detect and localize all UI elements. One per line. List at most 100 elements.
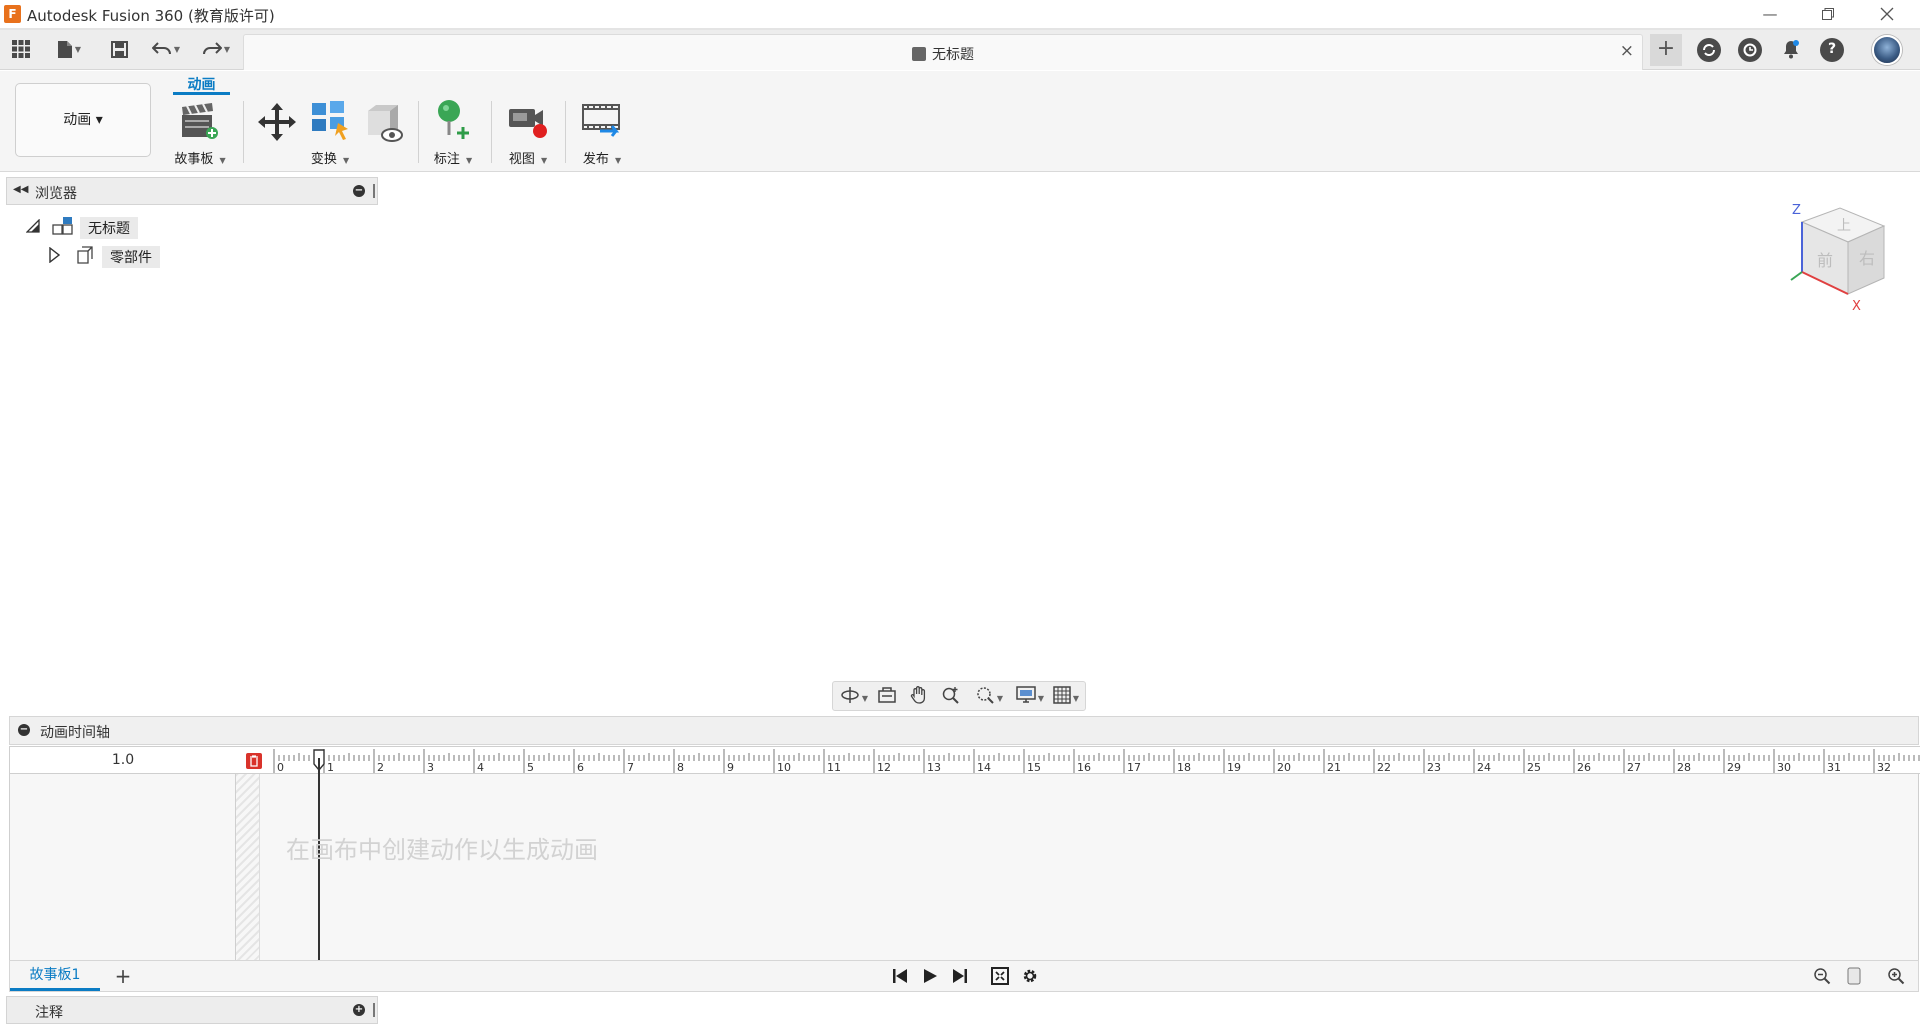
tree-label-components: 零部件 bbox=[102, 246, 160, 268]
viewcube[interactable]: 上 前 右 Z X bbox=[1788, 196, 1898, 321]
document-tab-title: 无标题 bbox=[932, 47, 974, 63]
storyboard-tab-1[interactable]: 故事板1 bbox=[10, 961, 100, 991]
timeline-zoom-slider[interactable] bbox=[1842, 966, 1866, 988]
timeline-ruler[interactable]: 0 1 2 3 4 5 6 7 8 9 10 11 12 13 14 15 16 17 18 19 20 21 22 23 24… bbox=[236, 746, 1920, 774]
go-to-end-button[interactable] bbox=[948, 966, 972, 988]
ruler-tick-label: 1 bbox=[327, 761, 334, 774]
monitor-icon bbox=[1016, 686, 1036, 703]
storyboard-group[interactable]: 故事板 ▼ bbox=[167, 99, 233, 169]
ruler-tick-label: 4 bbox=[477, 761, 484, 774]
toolbar-separator bbox=[491, 101, 492, 163]
close-tab-button[interactable]: × bbox=[1620, 41, 1634, 61]
look-at-button[interactable] bbox=[875, 685, 899, 707]
chevron-down-icon: ▼ bbox=[343, 156, 350, 165]
add-storyboard-button[interactable]: + bbox=[110, 962, 136, 990]
chevron-down-icon: ▼ bbox=[466, 156, 473, 165]
minimize-button[interactable]: — bbox=[1750, 2, 1790, 26]
timeline-zoom-out-button[interactable] bbox=[1810, 966, 1834, 988]
document-cube-icon bbox=[912, 47, 926, 61]
ruler-tick-label: 3 bbox=[427, 761, 434, 774]
ruler-tick-label: 10 bbox=[777, 761, 791, 774]
timeline-speed-column: 1.0 bbox=[10, 746, 236, 960]
timeline-body[interactable]: 1.0 0 1 2 3 4 5 6 7 8 9 10 11 12 13 14 15 16 17 18 19 20 21 22… bbox=[9, 746, 1920, 960]
close-icon bbox=[1880, 7, 1894, 21]
ruler-tick-label: 15 bbox=[1027, 761, 1041, 774]
save-icon bbox=[110, 40, 128, 58]
ruler-tick-label: 27 bbox=[1627, 761, 1641, 774]
new-tab-button[interactable]: + bbox=[1650, 34, 1682, 66]
user-avatar[interactable] bbox=[1872, 35, 1902, 65]
minimize-icon: — bbox=[1762, 5, 1778, 23]
workspace-switcher[interactable]: 动画 ▾ bbox=[15, 83, 151, 157]
help-button[interactable]: ? bbox=[1820, 38, 1844, 62]
redo-button[interactable]: ▼ bbox=[196, 36, 236, 62]
fusion-app-window: F Autodesk Fusion 360 (教育版许可) — ▼ ▼ ▼ 无标… bbox=[0, 0, 1920, 1026]
view-group[interactable]: 视图 ▼ bbox=[500, 99, 556, 169]
zoom-button[interactable] bbox=[939, 685, 963, 707]
document-tab[interactable]: 无标题 × bbox=[243, 34, 1643, 70]
toolbar-separator bbox=[418, 101, 419, 163]
explode-blocks-icon bbox=[312, 101, 348, 140]
data-panel-button[interactable] bbox=[10, 36, 32, 62]
grid-settings-button[interactable]: ▼ bbox=[1049, 685, 1083, 707]
restore-icon bbox=[1822, 8, 1834, 20]
viewcube-face-top[interactable]: 上 bbox=[1837, 218, 1851, 234]
annotate-group[interactable]: 标注 ▼ bbox=[425, 99, 481, 169]
browser-panel-header[interactable]: ◀◀ 浏览器 − bbox=[6, 177, 378, 205]
orbit-button[interactable]: ▼ bbox=[837, 685, 871, 707]
save-button[interactable] bbox=[108, 36, 130, 62]
panel-pin-icon[interactable] bbox=[373, 184, 375, 198]
comments-title: 注释 bbox=[35, 1005, 63, 1021]
restore-button[interactable] bbox=[1808, 2, 1848, 26]
annotation-pin-icon bbox=[438, 100, 469, 139]
tree-item-root[interactable]: 无标题 bbox=[24, 215, 154, 239]
transform-group: 变换 ▼ bbox=[252, 99, 408, 169]
ribbon-toolbar: 动画 ▾ 动画 故事板 ▼ 变换 ▼ 标注 ▼ 视图 ▼ 发布 ▼ bbox=[0, 71, 1920, 172]
panel-pin-icon[interactable] bbox=[373, 1003, 375, 1017]
delete-marker-button[interactable] bbox=[245, 752, 263, 770]
explode-button[interactable] bbox=[308, 99, 352, 143]
tab-animation[interactable]: 动画 bbox=[173, 74, 230, 95]
fit-button[interactable]: ▼ bbox=[971, 685, 1007, 707]
collapse-left-icon[interactable]: ◀◀ bbox=[13, 184, 28, 195]
timeline-zoom-in-button[interactable] bbox=[1884, 966, 1908, 988]
playback-speed-field[interactable]: 1.0 bbox=[10, 746, 236, 774]
notifications-button[interactable] bbox=[1779, 38, 1803, 62]
viewcube-face-right[interactable]: 右 bbox=[1859, 249, 1875, 268]
zoom-out-icon bbox=[1814, 968, 1831, 985]
ruler-tick-label: 11 bbox=[827, 761, 841, 774]
axis-z-label: Z bbox=[1792, 203, 1801, 218]
fit-timeline-button[interactable] bbox=[988, 966, 1012, 988]
pan-button[interactable] bbox=[907, 685, 931, 707]
redo-icon bbox=[202, 42, 222, 55]
playback-settings-button[interactable] bbox=[1018, 966, 1042, 988]
view-label: 视图 bbox=[508, 152, 535, 167]
file-icon bbox=[57, 40, 72, 58]
job-status-button[interactable] bbox=[1738, 38, 1762, 62]
ruler-tick-label: 2 bbox=[377, 761, 384, 774]
close-window-button[interactable] bbox=[1867, 2, 1907, 26]
collapse-timeline-button[interactable]: − bbox=[18, 724, 30, 736]
undo-button[interactable]: ▼ bbox=[146, 36, 186, 62]
ruler-tick-label: 23 bbox=[1427, 761, 1441, 774]
viewcube-face-front[interactable]: 前 bbox=[1817, 251, 1833, 270]
collapse-panel-button[interactable]: − bbox=[353, 185, 365, 197]
display-settings-button[interactable]: ▼ bbox=[1013, 685, 1047, 707]
extensions-button[interactable] bbox=[1697, 38, 1721, 62]
timeline-panel-header[interactable]: − 动画时间轴 bbox=[9, 716, 1919, 745]
publish-group[interactable]: 发布 ▼ bbox=[572, 99, 632, 169]
ruler-tick-label: 25 bbox=[1527, 761, 1541, 774]
expand-comments-button[interactable]: + bbox=[353, 1004, 365, 1016]
play-button[interactable] bbox=[918, 966, 942, 988]
timeline-empty-hint: 在画布中创建动作以生成动画 bbox=[286, 836, 598, 864]
go-to-start-button[interactable] bbox=[888, 966, 912, 988]
file-menu-button[interactable]: ▼ bbox=[50, 36, 88, 62]
zoom-window-icon bbox=[977, 687, 994, 704]
play-icon bbox=[924, 969, 937, 983]
tree-item-components[interactable]: 零部件 bbox=[46, 244, 176, 268]
comments-panel-header[interactable]: 注释 + bbox=[6, 996, 378, 1024]
zoom-icon bbox=[942, 687, 959, 704]
move-components-button[interactable] bbox=[256, 101, 298, 143]
chevron-down-icon: ▼ bbox=[223, 44, 231, 54]
show-hide-button[interactable] bbox=[362, 101, 406, 145]
